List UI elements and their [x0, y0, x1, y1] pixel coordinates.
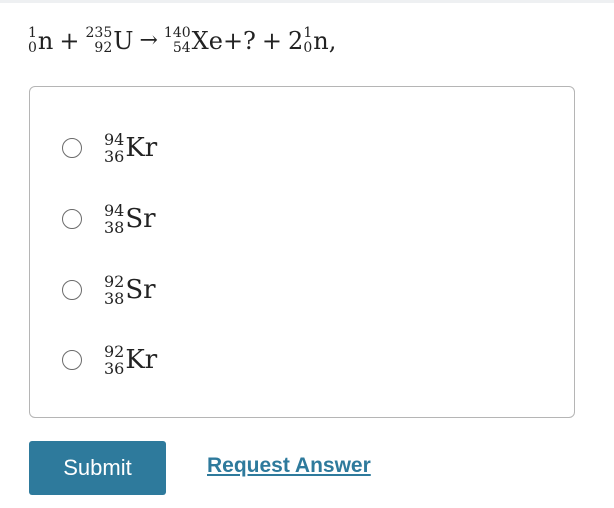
- element-symbol: Kr: [125, 133, 158, 163]
- element-symbol: Sr: [125, 275, 156, 305]
- mass-number: 1: [28, 25, 37, 41]
- atomic-number: 54: [172, 40, 191, 56]
- radio-button[interactable]: [62, 350, 82, 370]
- xenon-product: 140 54 Xe: [164, 26, 223, 56]
- atomic-number: 38: [104, 289, 125, 308]
- atomic-number: 36: [104, 147, 125, 166]
- option-kr-92[interactable]: 92 36 Kr: [62, 343, 157, 377]
- mass-number: 1: [303, 25, 313, 41]
- element-symbol: Kr: [125, 345, 158, 375]
- trailing-comma: ,: [328, 27, 337, 55]
- coefficient: 2: [288, 27, 304, 55]
- option-label: 94 38 Sr: [104, 202, 156, 236]
- mass-number: 92: [104, 272, 125, 291]
- element-symbol: Sr: [125, 204, 156, 234]
- neutron-reactant: 1 0 n: [28, 26, 53, 56]
- radio-button[interactable]: [62, 209, 82, 229]
- mass-number: 94: [104, 130, 125, 149]
- option-sr-94[interactable]: 94 38 Sr: [62, 202, 156, 236]
- option-label: 92 36 Kr: [104, 343, 157, 377]
- element-symbol: Xe: [191, 27, 223, 55]
- option-label: 92 38 Sr: [104, 273, 156, 307]
- option-label: 94 36 Kr: [104, 131, 157, 165]
- plus-sign: +: [261, 27, 283, 55]
- plus-sign: +: [59, 27, 80, 55]
- atomic-number: 0: [28, 40, 37, 56]
- answer-options-box: 94 36 Kr 94 38 Sr 92 38 Sr 92 36 Kr: [29, 86, 575, 418]
- mass-number: 92: [104, 342, 125, 361]
- top-divider: [0, 0, 614, 3]
- reaction-arrow: →: [139, 28, 158, 53]
- neutron-product: 2 1 0 n ,: [288, 26, 336, 56]
- element-symbol: n: [313, 27, 329, 55]
- option-sr-92[interactable]: 92 38 Sr: [62, 273, 156, 307]
- unknown-product: +?: [222, 27, 256, 55]
- submit-button[interactable]: Submit: [29, 441, 166, 495]
- mass-number: 235: [85, 25, 113, 41]
- request-answer-link[interactable]: Request Answer: [207, 454, 371, 478]
- mass-number: 94: [104, 201, 125, 220]
- element-symbol: U: [113, 27, 134, 55]
- radio-button[interactable]: [62, 138, 82, 158]
- option-kr-94[interactable]: 94 36 Kr: [62, 131, 157, 165]
- question-equation: 1 0 n + 235 92 U → 140 54 Xe +? + 2 1 0 …: [28, 26, 336, 56]
- radio-button[interactable]: [62, 280, 82, 300]
- atomic-number: 92: [94, 40, 113, 56]
- mass-number: 140: [163, 25, 191, 41]
- atomic-number: 36: [104, 359, 125, 378]
- atomic-number: 0: [303, 40, 313, 56]
- element-symbol: n: [37, 27, 54, 55]
- atomic-number: 38: [104, 218, 125, 237]
- uranium-reactant: 235 92 U: [86, 26, 134, 56]
